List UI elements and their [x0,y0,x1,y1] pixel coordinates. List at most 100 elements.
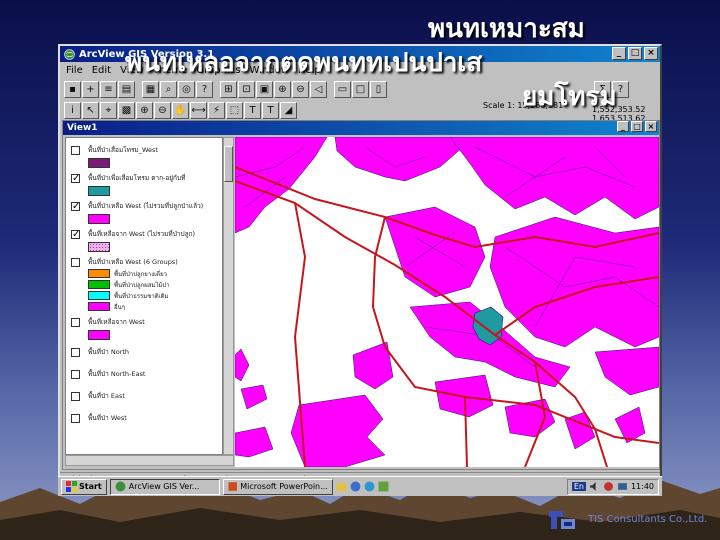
language-indicator[interactable]: En [571,482,586,491]
vertex-edit-icon[interactable]: ⌖ [100,102,117,119]
theme-entry[interactable]: พื้นที่ป่า North [66,346,222,358]
theme-checkbox[interactable] [71,348,80,357]
legend-label: พื้นที่ป่าปลูกผสมไม้ป่า [114,281,170,289]
taskbar-button-powerpoint[interactable]: Microsoft PowerPoin... [222,478,333,495]
legend-label: พื้นที่ป่าปลูกยางเดี่ยว [114,270,167,278]
theme-name: พื้นที่ป่าเพื่อเสื่อมโทรม ตาก-อยู่กับที่ [88,174,186,182]
theme-entry[interactable]: พื้นที่ป่าเหลือ West (6 Groups) พื้นที่ป… [66,256,222,312]
theme-swatch [88,158,110,168]
minimize-button[interactable]: _ [612,47,626,60]
theme-checkbox[interactable] [71,370,80,379]
company-footer: TIS Consultants Co.,Ltd. [588,514,708,525]
forest-polygon [384,206,486,298]
clear-selection-icon[interactable]: □ [352,81,369,98]
zoom-previous-icon[interactable]: ◁ [310,81,327,98]
taskbar-button-label: ArcView GIS Ver... [128,482,200,491]
measure-icon[interactable]: ⟷ [190,102,207,119]
theme-checkbox[interactable] [71,392,80,401]
theme-name: พื้นที่ป่า North [88,348,130,356]
zoom-active-themes-icon[interactable]: ⊡ [238,81,255,98]
theme-swatch [88,186,110,196]
taskbar-button-arcview[interactable]: ArcView GIS Ver... [109,478,220,495]
tray-network-icon[interactable] [617,481,628,492]
label-icon[interactable]: T [244,102,261,119]
speaker-icon[interactable] [589,481,600,492]
theme-name: พื้นที่ป่า North-East [88,370,146,378]
hotlink-icon[interactable]: ⚡ [208,102,225,119]
maximize-button[interactable]: □ [628,47,642,60]
layout-icon[interactable]: ▯ [370,81,387,98]
query-builder-icon[interactable]: ? [196,81,213,98]
legend-item: พื้นที่ป่าธรรมชาติเดิม [88,290,222,301]
save-icon[interactable]: ▪ [64,81,81,98]
tray-app-icon[interactable] [603,481,614,492]
close-button[interactable]: × [644,47,658,60]
theme-checkbox[interactable] [71,258,80,267]
theme-checkbox[interactable]: ✓ [71,230,80,240]
toc-horizontal-scrollbar[interactable] [65,455,234,466]
theme-checkbox[interactable] [71,318,80,327]
quicklaunch-explorer-icon[interactable] [364,481,375,492]
start-label: Start [79,482,102,491]
quicklaunch-app-icon[interactable] [378,481,389,492]
legend-item: พื้นที่ป่าปลูกผสมไม้ป่า [88,279,222,290]
theme-name: พื้นที่ป่า West [88,414,127,422]
theme-entry[interactable]: ✓ พื้นที่ป่าเหลือ West (ไม่รวมที่ปลูกป่า… [66,200,222,224]
forest-polygon [449,137,659,220]
windows-taskbar: Start ArcView GIS Ver... Microsoft Power… [58,476,662,496]
menu-edit[interactable]: Edit [92,65,111,76]
area-of-interest-icon[interactable]: ⬚ [226,102,243,119]
menu-file[interactable]: File [66,65,83,76]
quicklaunch-media-icon[interactable] [350,481,361,492]
quicklaunch-folder-icon[interactable] [336,481,347,492]
find-icon[interactable]: ⌕ [160,81,177,98]
start-button[interactable]: Start [61,478,107,495]
add-theme-icon[interactable]: + [82,81,99,98]
theme-entry[interactable]: ✓ พื้นที่ป่าเพื่อเสื่อมโทรม ตาก-อยู่กับท… [66,172,222,196]
edit-legend-icon[interactable]: ▤ [118,81,135,98]
draw-icon[interactable]: ◢ [280,102,297,119]
theme-entry[interactable]: พื้นที่เหลือจาก West [66,316,222,340]
theme-checkbox[interactable]: ✓ [71,174,80,184]
zoom-out-tool-icon[interactable]: ⊖ [154,102,171,119]
theme-properties-icon[interactable]: ≡ [100,81,117,98]
select-features-icon[interactable]: ▭ [334,81,351,98]
zoom-in-icon[interactable]: ⊕ [274,81,291,98]
text-icon[interactable]: T [262,102,279,119]
forest-polygon [594,346,659,396]
legend-item: พื้นที่ป่าปลูกยางเดี่ยว [88,268,222,279]
theme-entry[interactable]: ✓ พื้นที่เหลือจาก West (ไม่รวมที่ป่าปลูก… [66,228,222,252]
open-table-icon[interactable]: ▦ [142,81,159,98]
taskbar-button-label: Microsoft PowerPoin... [240,482,328,491]
zoom-full-extent-icon[interactable]: ⊞ [220,81,237,98]
select-icon[interactable]: ▩ [118,102,135,119]
pointer-icon[interactable]: ↖ [82,102,99,119]
locate-address-icon[interactable]: ◎ [178,81,195,98]
identify-icon[interactable]: i [64,102,81,119]
theme-name: พื้นที่ป่าเหลือ West (6 Groups) [88,258,178,266]
map-drawing[interactable] [235,137,659,467]
zoom-in-tool-icon[interactable]: ⊕ [136,102,153,119]
map-canvas[interactable] [235,137,659,467]
theme-entry[interactable]: พื้นที่ป่าเสื่อมโทรม_West [66,144,222,168]
powerpoint-icon [228,482,237,491]
theme-swatch [88,330,110,340]
theme-entry[interactable]: พื้นที่ป่า East [66,390,222,402]
view-titlebar: View1 _ □ × [63,121,659,135]
toc-vertical-scrollbar[interactable] [223,137,234,455]
legend-label: อื่นๆ [114,303,125,311]
zoom-out-icon[interactable]: ⊖ [292,81,309,98]
theme-checkbox[interactable] [71,146,80,155]
theme-checkbox[interactable]: ✓ [71,202,80,212]
theme-entry[interactable]: พื้นที่ป่า North-East [66,368,222,380]
scroll-thumb[interactable] [224,146,233,182]
theme-entry[interactable]: พื้นที่ป่า West [66,412,222,424]
view-close-button[interactable]: × [645,121,657,132]
view-maximize-button[interactable]: □ [631,121,643,132]
theme-swatch [88,214,110,224]
slide-title-line2: พนทเหลอจากตดพนททเปนปาเส [125,48,483,78]
pan-icon[interactable]: ✋ [172,102,189,119]
view-minimize-button[interactable]: _ [617,121,629,132]
theme-checkbox[interactable] [71,414,80,423]
zoom-selected-icon[interactable]: ▣ [256,81,273,98]
